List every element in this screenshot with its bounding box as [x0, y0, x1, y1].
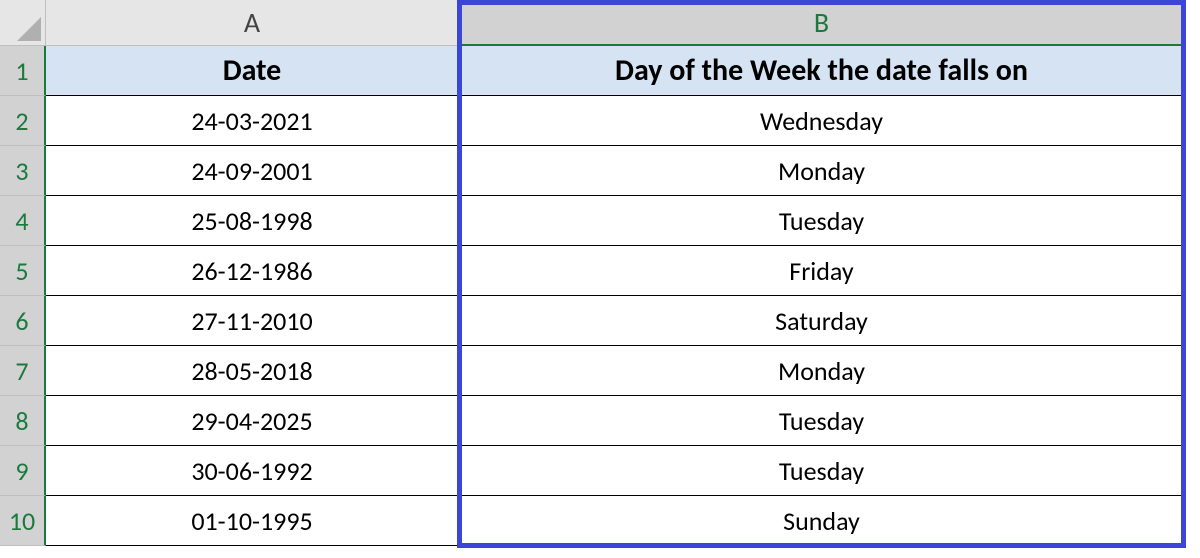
row-header-8[interactable]: 8 — [0, 396, 46, 446]
row-header-10[interactable]: 10 — [0, 496, 46, 546]
row-header-3-label: 3 — [15, 155, 28, 187]
cell-B10-value: Sunday — [783, 505, 860, 537]
cell-A10[interactable]: 01-10-1995 — [46, 496, 459, 546]
cell-B1[interactable]: Day of the Week the date falls on — [459, 46, 1185, 96]
select-all-corner[interactable] — [0, 0, 46, 46]
cell-B8[interactable]: Tuesday — [459, 396, 1185, 446]
cell-B5[interactable]: Friday — [459, 246, 1185, 296]
cell-B6[interactable]: Saturday — [459, 296, 1185, 346]
cell-B5-value: Friday — [789, 255, 853, 287]
spreadsheet-viewport: A B 1 Date Day of the Week the date fall… — [0, 0, 1200, 558]
row-header-5-label: 5 — [15, 255, 28, 287]
column-header-A[interactable]: A — [46, 0, 459, 46]
cell-A7[interactable]: 28-05-2018 — [46, 346, 459, 396]
cell-A9-value: 30-06-1992 — [191, 455, 312, 487]
cell-B3-value: Monday — [778, 155, 865, 187]
cell-B10[interactable]: Sunday — [459, 496, 1185, 546]
cell-A5[interactable]: 26-12-1986 — [46, 246, 459, 296]
cell-A6[interactable]: 27-11-2010 — [46, 296, 459, 346]
column-header-B-label: B — [814, 5, 829, 40]
cell-A8-value: 29-04-2025 — [191, 405, 312, 437]
cell-A3-value: 24-09-2001 — [191, 155, 312, 187]
row-header-2-label: 2 — [15, 105, 28, 137]
cell-A1[interactable]: Date — [46, 46, 459, 96]
spreadsheet-grid: A B 1 Date Day of the Week the date fall… — [0, 0, 1200, 546]
row-header-7-label: 7 — [15, 355, 28, 387]
cell-A1-value: Date — [223, 52, 282, 89]
cell-B7[interactable]: Monday — [459, 346, 1185, 396]
row-header-9[interactable]: 9 — [0, 446, 46, 496]
cell-A2-value: 24-03-2021 — [191, 105, 312, 137]
column-header-A-label: A — [244, 5, 260, 40]
row-header-3[interactable]: 3 — [0, 146, 46, 196]
row-header-1[interactable]: 1 — [0, 46, 46, 96]
cell-A5-value: 26-12-1986 — [191, 255, 312, 287]
row-header-4[interactable]: 4 — [0, 196, 46, 246]
cell-B7-value: Monday — [778, 355, 865, 387]
row-header-4-label: 4 — [15, 205, 28, 237]
row-header-7[interactable]: 7 — [0, 346, 46, 396]
cell-A2[interactable]: 24-03-2021 — [46, 96, 459, 146]
cell-B8-value: Tuesday — [779, 405, 864, 437]
cell-B2[interactable]: Wednesday — [459, 96, 1185, 146]
cell-A3[interactable]: 24-09-2001 — [46, 146, 459, 196]
row-header-1-label: 1 — [15, 55, 28, 87]
row-header-10-label: 10 — [9, 505, 35, 537]
row-header-6[interactable]: 6 — [0, 296, 46, 346]
cell-A4-value: 25-08-1998 — [191, 205, 312, 237]
cell-A6-value: 27-11-2010 — [191, 305, 312, 337]
column-header-B[interactable]: B — [459, 0, 1185, 46]
cell-B9[interactable]: Tuesday — [459, 446, 1185, 496]
cell-A9[interactable]: 30-06-1992 — [46, 446, 459, 496]
cell-B2-value: Wednesday — [760, 105, 883, 137]
cell-A7-value: 28-05-2018 — [191, 355, 312, 387]
row-header-9-label: 9 — [15, 455, 28, 487]
cell-B9-value: Tuesday — [779, 455, 864, 487]
cell-A4[interactable]: 25-08-1998 — [46, 196, 459, 246]
row-header-6-label: 6 — [15, 305, 28, 337]
cell-B6-value: Saturday — [775, 305, 868, 337]
row-header-5[interactable]: 5 — [0, 246, 46, 296]
cell-B4-value: Tuesday — [779, 205, 864, 237]
cell-B3[interactable]: Monday — [459, 146, 1185, 196]
cell-B1-value: Day of the Week the date falls on — [615, 52, 1028, 89]
cell-A10-value: 01-10-1995 — [191, 505, 312, 537]
cell-B4[interactable]: Tuesday — [459, 196, 1185, 246]
cell-A8[interactable]: 29-04-2025 — [46, 396, 459, 446]
row-header-8-label: 8 — [15, 405, 28, 437]
row-header-2[interactable]: 2 — [0, 96, 46, 146]
